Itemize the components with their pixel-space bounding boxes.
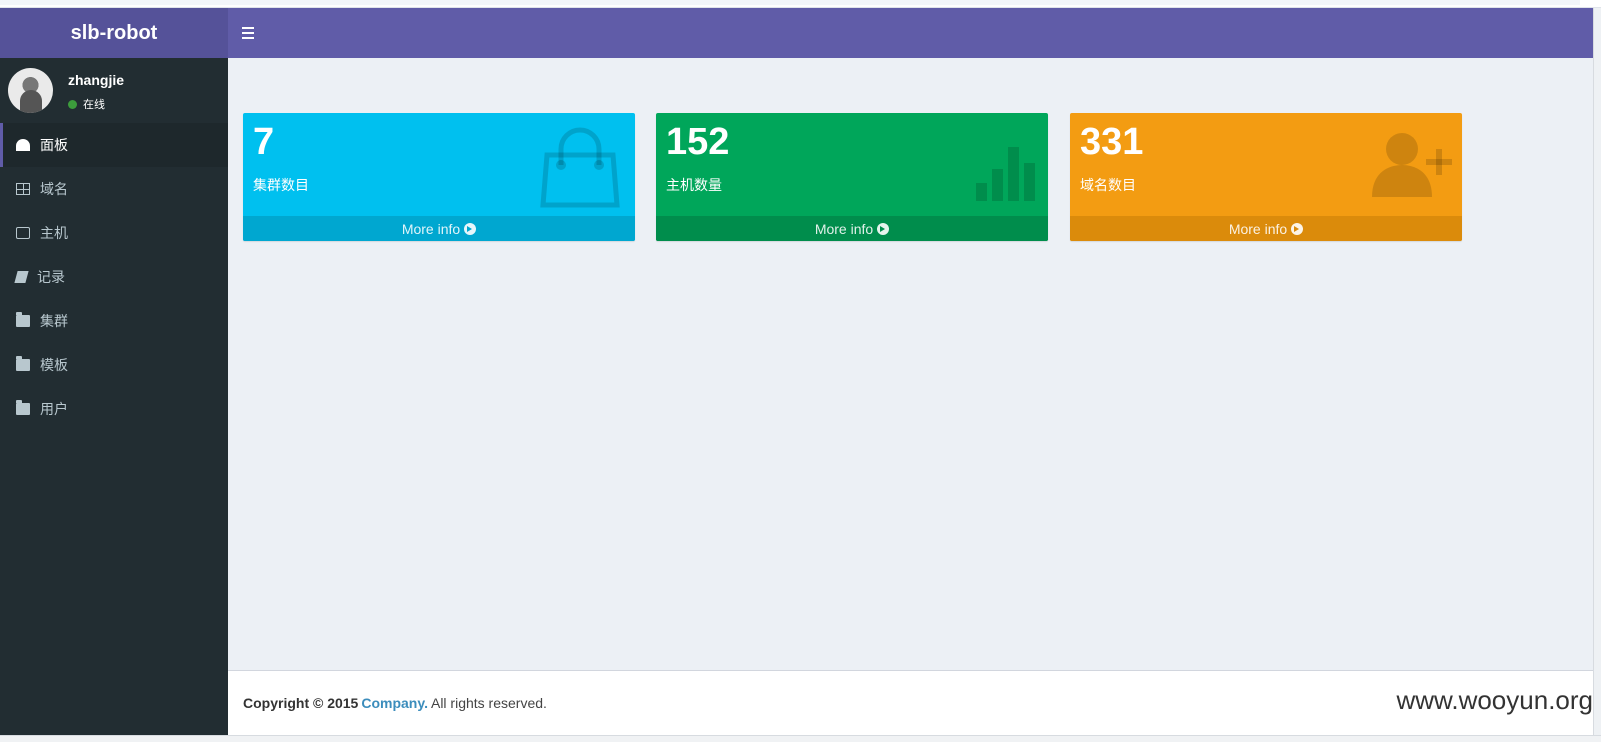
sidebar-item-label: 集群	[40, 313, 68, 329]
folder-icon	[16, 400, 30, 415]
user-panel: zhangjie 在线	[0, 58, 228, 123]
watermark: www.wooyun.org	[1396, 685, 1593, 715]
sidebar-item-dashboard[interactable]: 面板	[0, 123, 228, 167]
box-label: 域名数目	[1080, 177, 1136, 193]
edit-icon	[16, 227, 30, 239]
sidebar: zhangjie 在线 面板 域名 主机 记录 集群 模板 用户	[0, 58, 228, 735]
sidebar-item-templates[interactable]: 模板	[0, 343, 228, 387]
sidebar-item-label: 面板	[40, 137, 68, 153]
footer-rights: All rights reserved.	[430, 695, 547, 711]
main-content: 7 集群数目 More info 152 主机数量 More info 331 …	[228, 58, 1601, 670]
folder-icon	[16, 356, 30, 371]
user-add-icon	[1372, 133, 1452, 197]
window-right-edge	[1593, 8, 1601, 735]
sidebar-item-label: 模板	[40, 357, 68, 373]
more-info-link[interactable]: More info	[1070, 216, 1462, 241]
dashboard-icon	[16, 139, 30, 151]
top-navbar	[228, 8, 1601, 58]
more-info-label: More info	[1228, 220, 1288, 237]
sidebar-item-users[interactable]: 用户	[0, 387, 228, 431]
top-light-bar	[0, 0, 1580, 5]
small-box-hosts: 152 主机数量 More info	[656, 113, 1048, 241]
box-value: 152	[666, 121, 730, 163]
table-icon	[16, 183, 30, 195]
user-name: zhangjie	[68, 72, 125, 88]
user-status-label: 在线	[83, 99, 105, 111]
arrow-circle-right-icon	[464, 222, 477, 235]
small-box-clusters: 7 集群数目 More info	[243, 113, 635, 241]
sidebar-item-label: 用户	[40, 401, 68, 417]
more-info-link[interactable]: More info	[656, 216, 1048, 241]
box-label: 集群数目	[253, 177, 309, 193]
avatar	[8, 68, 53, 113]
book-icon	[14, 271, 29, 283]
footer-copyright: Copyright © 2015	[243, 695, 359, 711]
sidebar-item-label: 主机	[40, 225, 68, 241]
sidebar-item-records[interactable]: 记录	[0, 255, 228, 299]
sidebar-menu: 面板 域名 主机 记录 集群 模板 用户	[0, 123, 228, 431]
box-value: 331	[1080, 121, 1144, 163]
sidebar-item-clusters[interactable]: 集群	[0, 299, 228, 343]
small-box-domains: 331 域名数目 More info	[1070, 113, 1462, 241]
sidebar-item-label: 域名	[40, 181, 68, 197]
online-dot-icon	[68, 99, 77, 109]
sidebar-item-label: 记录	[37, 269, 65, 285]
shopping-bag-icon	[540, 127, 620, 208]
more-info-label: More info	[401, 220, 461, 237]
window-bottom-edge	[0, 735, 1601, 742]
arrow-circle-right-icon	[1291, 222, 1304, 235]
bar-chart-icon	[976, 147, 1035, 201]
sidebar-item-domains[interactable]: 域名	[0, 167, 228, 211]
more-info-link[interactable]: More info	[243, 216, 635, 241]
footer-company-link[interactable]: Company.	[361, 695, 428, 711]
brand-logo[interactable]: slb-robot	[0, 8, 228, 58]
browser-top-strip	[0, 0, 1601, 8]
menu-toggle-icon[interactable]	[242, 24, 256, 42]
more-info-label: More info	[814, 220, 874, 237]
sidebar-item-hosts[interactable]: 主机	[0, 211, 228, 255]
box-value: 7	[253, 121, 275, 163]
user-status: 在线	[68, 96, 105, 112]
folder-icon	[16, 312, 30, 327]
box-label: 主机数量	[666, 177, 722, 193]
arrow-circle-right-icon	[877, 222, 890, 235]
